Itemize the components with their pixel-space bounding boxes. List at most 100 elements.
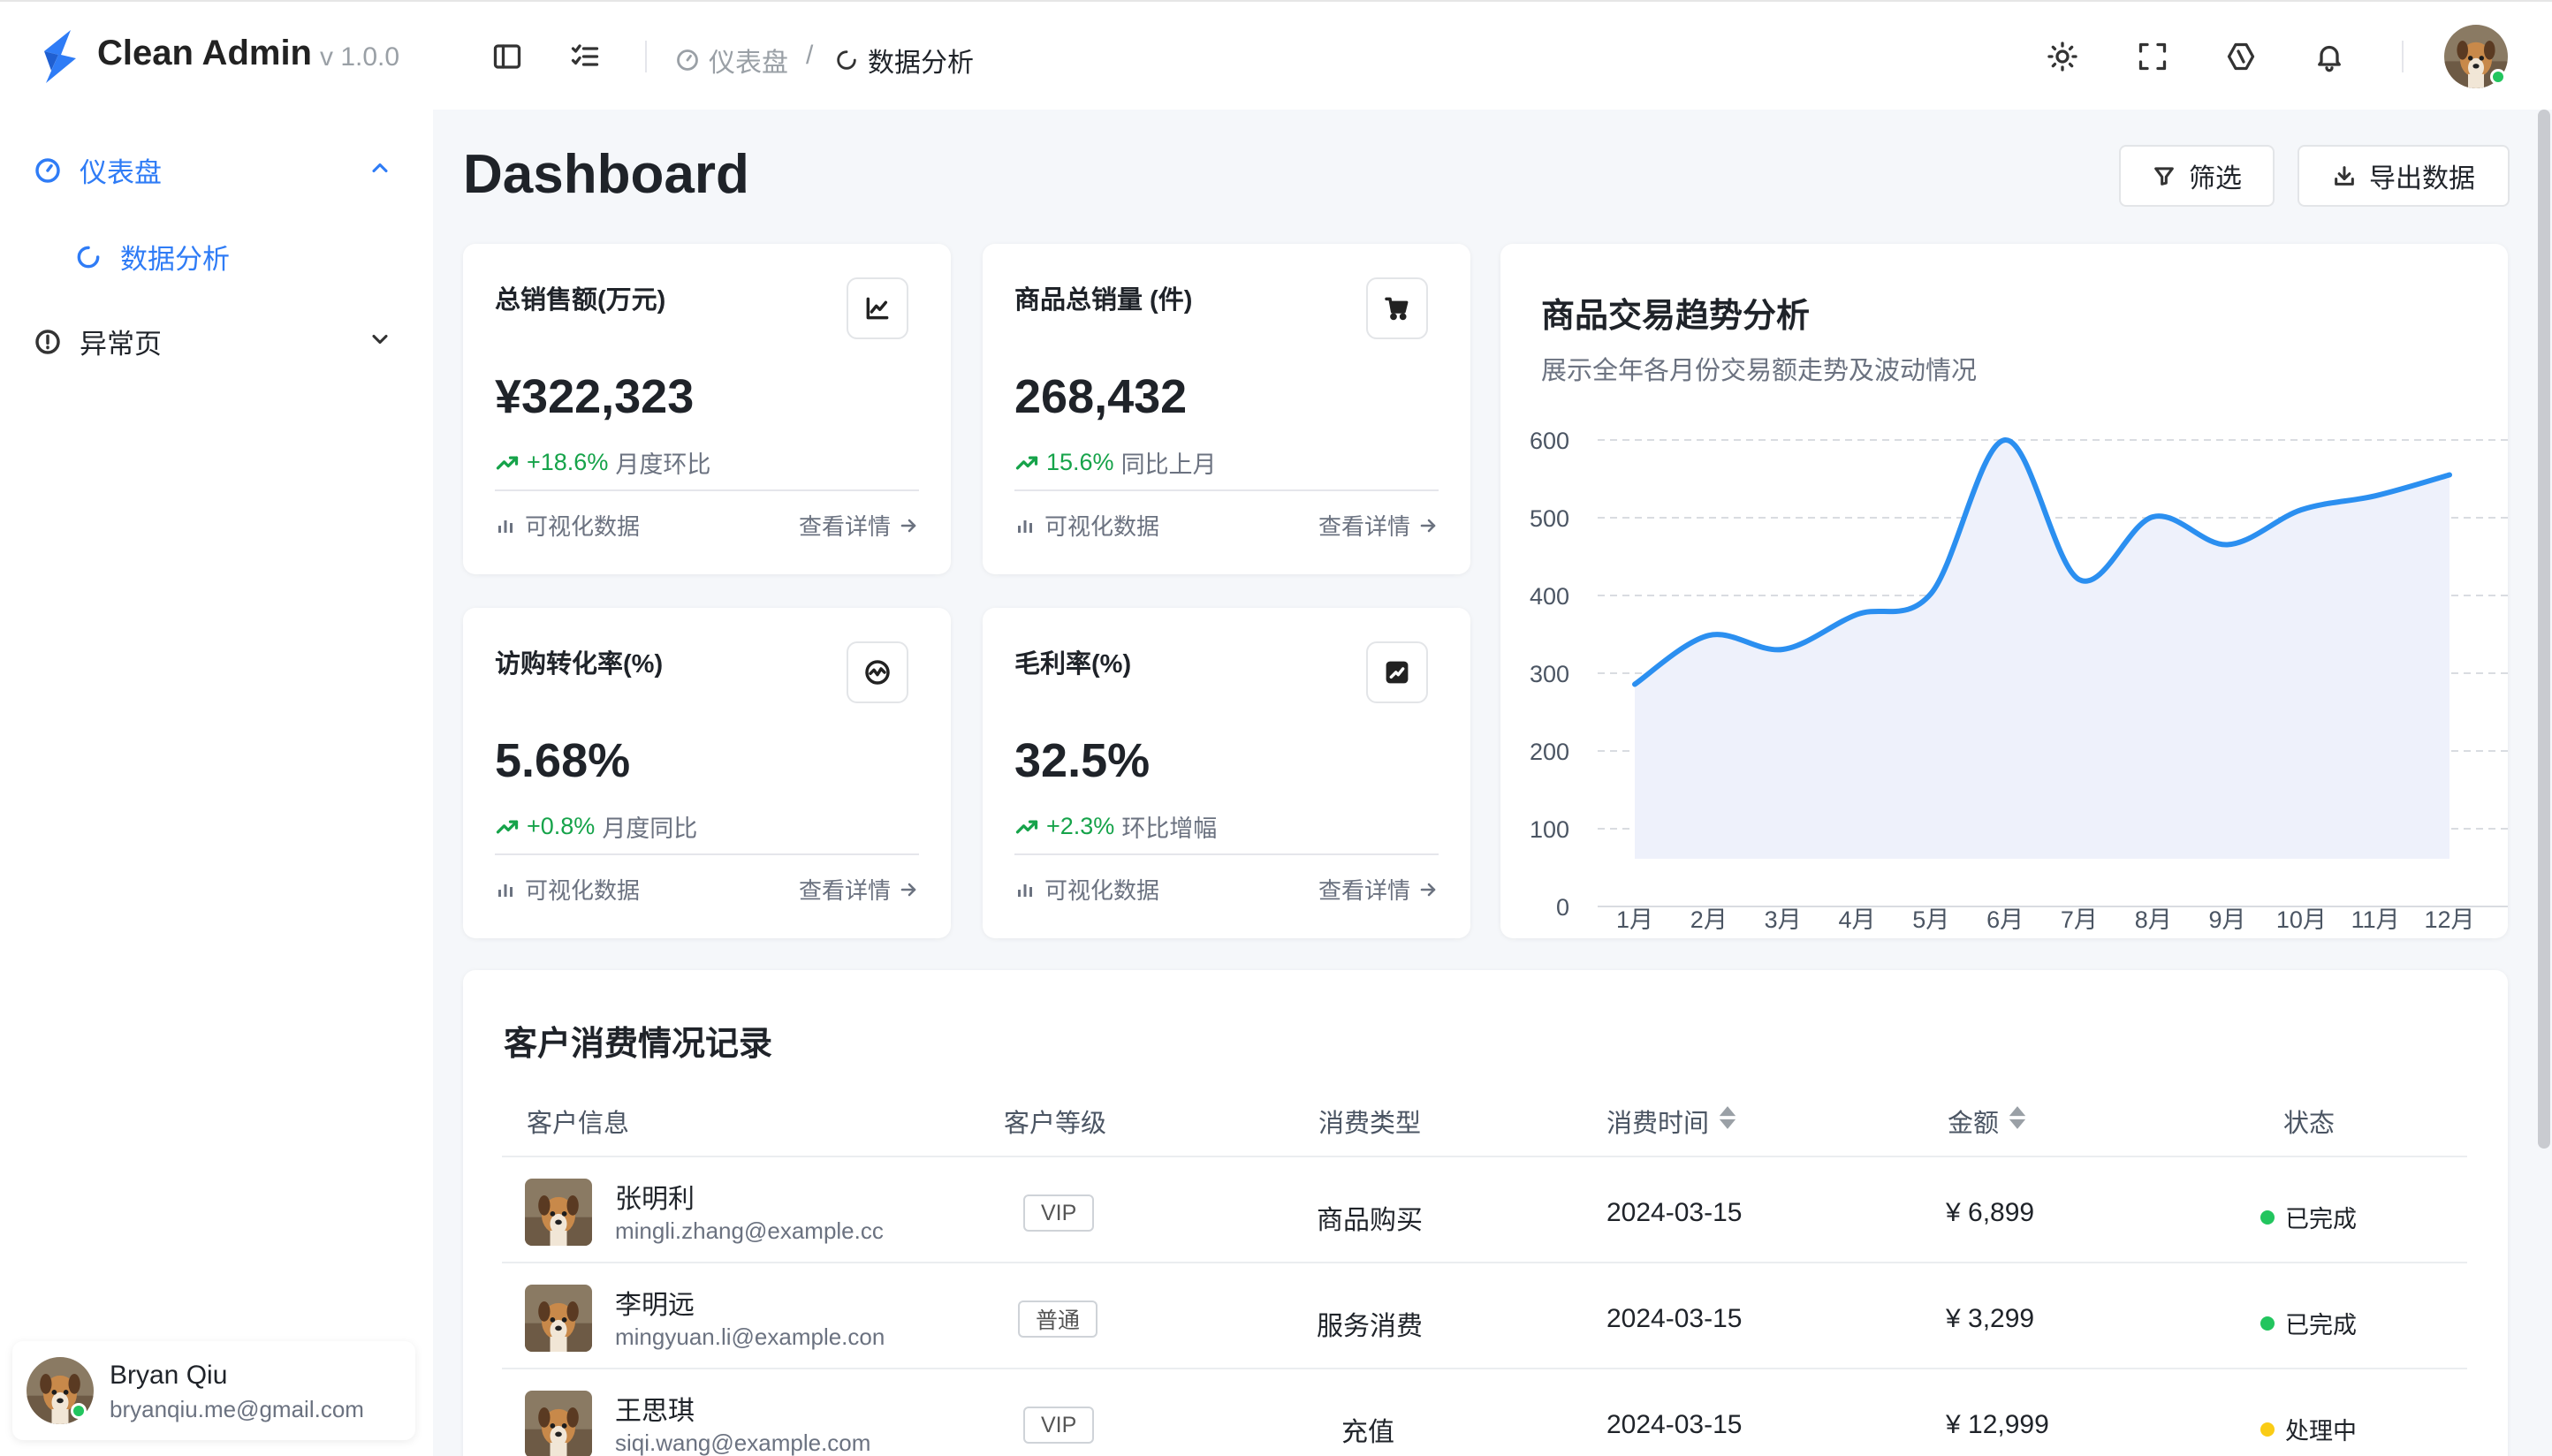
x-tick-label: 8月: [2135, 906, 2172, 933]
gauge-icon: [677, 49, 698, 71]
column-header-label: 消费时间: [1606, 1110, 1710, 1138]
sidebar-item-analysis[interactable]: 数据分析: [74, 237, 230, 277]
stat-change: +18.6% 月度环比: [495, 445, 710, 480]
cart-icon[interactable]: [1366, 277, 1428, 339]
logo-icon: [44, 30, 76, 83]
sort-icon[interactable]: [2008, 1104, 2027, 1138]
sidebar-item-label: 仪表盘: [80, 157, 162, 188]
export-button-label: 导出数据: [2369, 164, 2475, 193]
view-details-link[interactable]: 查看详情: [1318, 509, 1439, 542]
stat-value: 32.5%: [1014, 734, 1151, 787]
stat-change: +0.8% 月度同比: [495, 809, 697, 844]
column-header-amount[interactable]: 金额: [1948, 1103, 2027, 1140]
fullscreen-icon[interactable]: [2133, 37, 2172, 76]
chevron-down-icon[interactable]: [368, 327, 392, 352]
visual-data-label: 可视化数据: [525, 877, 641, 904]
checklist-icon[interactable]: [566, 37, 604, 76]
app-name: Clean Admin: [97, 34, 312, 72]
chevron-up-icon[interactable]: [368, 155, 392, 180]
breadcrumb-item-dashboard[interactable]: 仪表盘: [675, 41, 788, 80]
consumption-time: 2024-03-15: [1606, 1304, 1743, 1333]
arrow-right-icon: [900, 519, 916, 532]
header-divider: [645, 41, 647, 72]
x-tick-label: 5月: [1912, 906, 1949, 933]
stat-change: +2.3% 环比增幅: [1014, 809, 1217, 844]
stat-card-margin: 毛利率(%) 32.5% +2.3% 环比增幅 可视化数据 查看详情: [983, 608, 1470, 938]
stat-card-conversion: 访购转化率(%) 5.68% +0.8% 月度同比 可视化数据 查看详情: [463, 608, 951, 938]
line-chart-icon[interactable]: [847, 277, 908, 339]
stat-change-note: 月度同比: [602, 815, 698, 842]
bar-chart-icon: [1018, 519, 1032, 533]
loading-circle-icon: [77, 246, 100, 268]
trend-box-icon[interactable]: [1366, 641, 1428, 703]
filter-button-label: 筛选: [2189, 164, 2242, 193]
status-label: 已完成: [2285, 1206, 2357, 1232]
header-divider: [2402, 41, 2404, 72]
x-tick-label: 3月: [1765, 906, 1802, 933]
consumption-type: 商品购买: [1317, 1206, 1423, 1235]
customer-name: 李明远: [615, 1291, 695, 1320]
sidebar: 仪表盘 数据分析 异常页: [0, 110, 433, 1456]
stat-card-sales: 总销售额(万元) ¥322,323 +18.6% 月度环比 可视化数据 查看详情: [463, 244, 951, 574]
column-header-level: 客户等级: [1004, 1110, 1107, 1138]
user-profile-card[interactable]: Bryan Qiu bryanqiu.me@gmail.com: [12, 1341, 415, 1440]
y-tick-label: 300: [1530, 661, 1569, 687]
trend-chart-card: 商品交易趋势分析 展示全年各月份交易额走势及波动情况 0 100 200 300 400…: [1500, 244, 2508, 938]
status-label: 处理中: [2285, 1418, 2357, 1445]
stat-card-volume: 商品总销量 (件) 268,432 15.6% 同比上月 可视化数据 查看详情: [983, 244, 1470, 574]
sun-icon[interactable]: [2043, 37, 2082, 76]
vertical-scrollbar[interactable]: [2538, 110, 2550, 1149]
trending-up-icon: [496, 456, 519, 469]
stat-change-value: +18.6%: [527, 449, 609, 475]
user-email: bryanqiu.me@gmail.com: [110, 1396, 364, 1422]
stat-value: ¥322,323: [495, 370, 695, 423]
stat-change-note: 月度环比: [615, 451, 711, 478]
divider: [1014, 489, 1439, 491]
view-details-link[interactable]: 查看详情: [799, 509, 919, 542]
settings-hex-icon[interactable]: [2222, 37, 2260, 76]
amount: ¥ 3,299: [1946, 1304, 2035, 1333]
customer-email: mingli.zhang@example.cc: [615, 1217, 884, 1244]
sort-icon[interactable]: [1718, 1104, 1737, 1138]
view-details-link[interactable]: 查看详情: [799, 873, 919, 906]
stat-change-value: +0.8%: [527, 813, 596, 839]
sidebar-item-error-pages[interactable]: 异常页: [34, 322, 162, 361]
visual-data-label: 可视化数据: [1044, 513, 1160, 540]
trending-up-icon: [1015, 456, 1038, 469]
bar-chart-icon: [498, 519, 513, 533]
x-tick-label: 2月: [1690, 906, 1728, 933]
amount: ¥ 6,899: [1946, 1198, 2035, 1227]
view-details-label: 查看详情: [798, 877, 891, 904]
bell-icon[interactable]: [2310, 37, 2349, 76]
download-icon: [2335, 166, 2354, 186]
customer-email: siqi.wang@example.com: [615, 1429, 871, 1456]
bar-chart-icon: [498, 883, 513, 897]
row-divider: [502, 1368, 2467, 1369]
amount: ¥ 12,999: [1946, 1410, 2049, 1439]
visual-data-link[interactable]: 可视化数据: [1014, 509, 1159, 542]
export-button[interactable]: 导出数据: [2298, 145, 2510, 207]
visual-data-link[interactable]: 可视化数据: [495, 873, 640, 906]
filter-button[interactable]: 筛选: [2119, 145, 2275, 207]
y-tick-label: 100: [1530, 816, 1569, 843]
customer-table-card: 客户消费情况记录 客户信息 客户等级 消费类型 消费时间 金额 状态 张明利 m…: [463, 970, 2508, 1456]
view-details-link[interactable]: 查看详情: [1318, 873, 1439, 906]
avatar: [525, 1391, 592, 1456]
x-tick-label: 7月: [2061, 906, 2098, 933]
column-header-type: 消费类型: [1318, 1110, 1422, 1138]
visual-data-link[interactable]: 可视化数据: [1014, 873, 1159, 906]
x-tick-label: 9月: [2209, 906, 2246, 933]
y-tick-label: 500: [1530, 505, 1569, 532]
arrow-right-icon: [1420, 883, 1436, 896]
sidebar-item-dashboard[interactable]: 仪表盘: [34, 150, 162, 190]
column-header-time[interactable]: 消费时间: [1606, 1103, 1737, 1140]
sidebar-item-label: 数据分析: [120, 244, 230, 275]
x-tick-label: 1月: [1616, 906, 1653, 933]
visual-data-link[interactable]: 可视化数据: [495, 509, 640, 542]
level-tag: 普通: [1018, 1301, 1098, 1338]
activity-circle-icon[interactable]: [847, 641, 908, 703]
breadcrumb-label: 数据分析: [868, 49, 974, 78]
page-title: Dashboard: [463, 144, 749, 205]
breadcrumb-item-analysis[interactable]: 数据分析: [834, 41, 974, 80]
sidebar-toggle-icon[interactable]: [488, 37, 527, 76]
